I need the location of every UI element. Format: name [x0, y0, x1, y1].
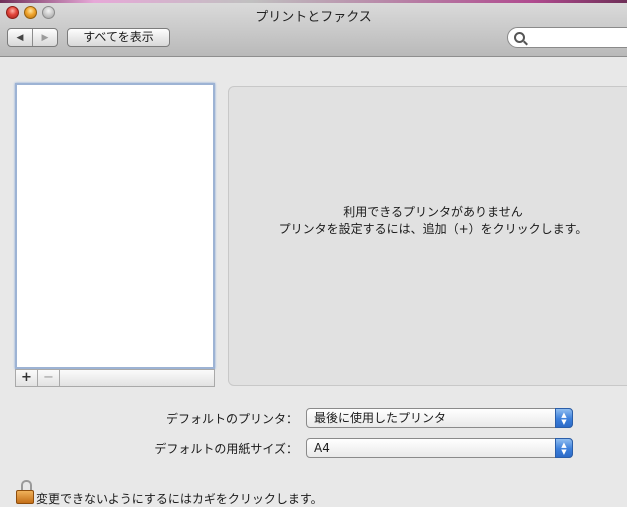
- printer-list-controls: + −: [15, 369, 215, 387]
- history-nav: ◀ ▶: [7, 28, 58, 47]
- lock-message: 変更できないようにするにはカギをクリックします。: [36, 492, 323, 506]
- forward-arrow-icon: ▶: [41, 32, 49, 43]
- add-printer-instructions: プリンタを設定するには、追加（+）をクリックします。: [278, 222, 588, 236]
- default-printer-popup[interactable]: 最後に使用したプリンタ ▲ ▼: [306, 408, 573, 428]
- forward-button[interactable]: ▶: [33, 29, 57, 46]
- back-arrow-icon: ◀: [16, 32, 24, 43]
- popup-arrows-icon: ▲ ▼: [555, 408, 573, 428]
- add-printer-button[interactable]: +: [16, 370, 38, 386]
- paper-size-popup[interactable]: A4 ▲ ▼: [306, 438, 573, 458]
- window-title: プリントとファクス: [255, 10, 372, 25]
- printer-list[interactable]: [15, 83, 215, 369]
- desktop-stripe: [0, 0, 627, 3]
- default-printer-value: 最後に使用したプリンタ: [314, 411, 447, 425]
- paper-size-value: A4: [314, 441, 330, 455]
- show-all-button[interactable]: すべてを表示: [67, 28, 170, 47]
- popup-arrows-icon: ▲ ▼: [555, 438, 573, 458]
- title-bar: プリントとファクス ◀ ▶ すべてを表示: [0, 0, 627, 57]
- no-printers-message: 利用できるプリンタがありません: [343, 205, 523, 219]
- default-printer-label: デフォルトのプリンタ：: [165, 412, 298, 426]
- search-field[interactable]: [507, 27, 627, 48]
- remove-printer-button[interactable]: −: [38, 370, 60, 386]
- lock-icon[interactable]: [14, 480, 34, 504]
- back-button[interactable]: ◀: [8, 29, 33, 46]
- paper-size-label: デフォルトの用紙サイズ：: [154, 442, 298, 456]
- search-icon: [514, 32, 525, 43]
- lock-body: [16, 490, 34, 504]
